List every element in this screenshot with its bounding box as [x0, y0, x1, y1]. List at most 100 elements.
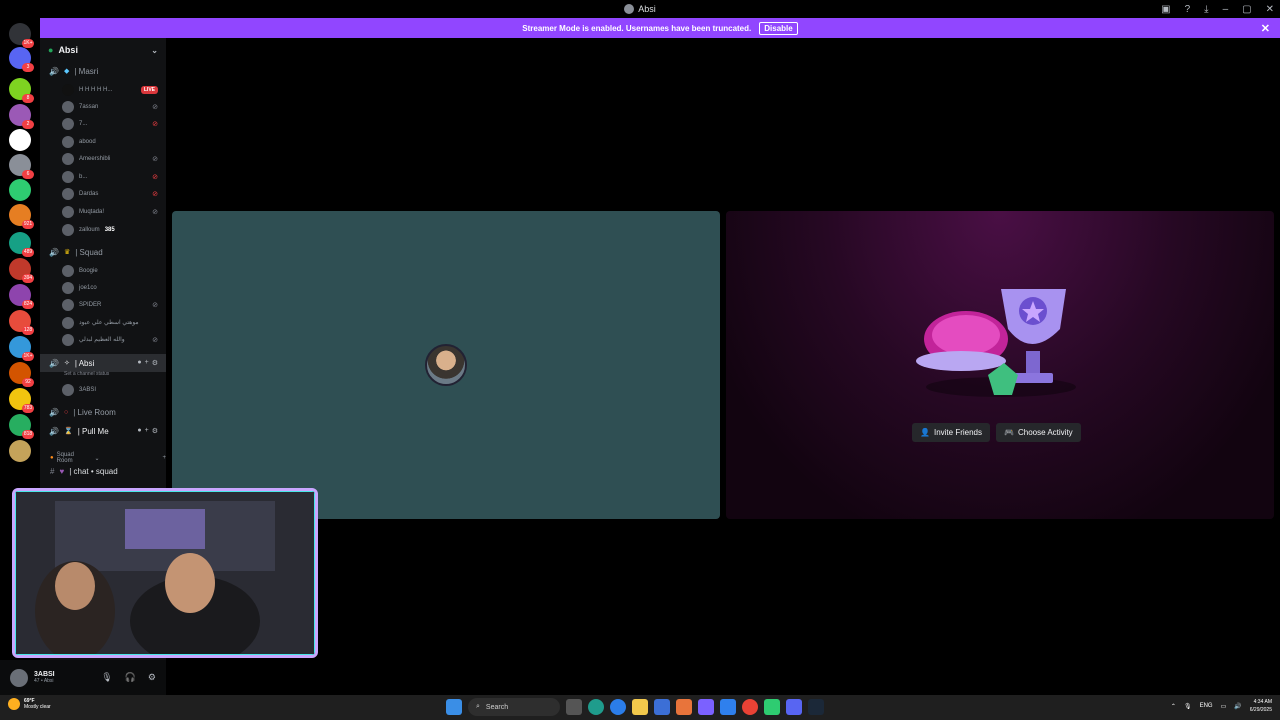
mute-icon: ⊘ [152, 301, 158, 309]
avatar [62, 223, 74, 236]
voice-user[interactable]: 3ABSI [62, 381, 166, 398]
choose-activity-button[interactable]: 🎮 Choose Activity [996, 423, 1081, 442]
server-icon[interactable]: 489 [9, 232, 34, 257]
voice-user[interactable]: موهتي اسطي علي عيود [62, 314, 166, 331]
maximize-button[interactable]: ▢ [1242, 4, 1251, 15]
inbox-icon[interactable]: ▣ [1161, 4, 1170, 15]
search-box[interactable]: ⌕ Search [468, 698, 560, 716]
invite-friends-button[interactable]: 👤 Invite Friends [912, 423, 990, 442]
server-icon[interactable]: 92 [9, 362, 34, 387]
weather-icon [8, 698, 20, 710]
edge-icon[interactable] [588, 699, 604, 715]
task-view-icon[interactable] [566, 699, 582, 715]
server-icon[interactable]: 128 [9, 310, 34, 335]
voice-user[interactable]: Dardas ⊘ [62, 185, 166, 202]
server-icon[interactable]: 3 [9, 47, 34, 72]
voice-channel-pull-me[interactable]: 🔊 ⌛ | Pull Me ● + ⚙ [40, 422, 166, 440]
voice-user[interactable]: b... ⊘ [62, 168, 166, 185]
server-icon[interactable]: 394 [9, 258, 34, 283]
chat-icon[interactable]: ● [137, 359, 141, 367]
app-icon[interactable] [676, 699, 692, 715]
mute-icon: ⊘ [152, 155, 158, 163]
voice-user[interactable]: zalloum 385 [62, 221, 166, 238]
voice-user[interactable]: والله العظيم لبدلي ⊘ [62, 331, 166, 348]
add-user-icon[interactable]: + [145, 359, 149, 367]
network-icon[interactable]: ▭ [1221, 703, 1227, 710]
folder-icon[interactable] [632, 699, 648, 715]
steam-icon[interactable] [808, 699, 824, 715]
avatar [62, 281, 74, 294]
server-icon[interactable]: 1K+ [9, 336, 34, 361]
voice-user[interactable]: abood [62, 133, 166, 150]
voice-channel-absi[interactable]: 🔊 ✧ | Absi ● + ⚙ [40, 354, 166, 372]
microphone-icon[interactable]: 🎙 [101, 672, 112, 683]
close-window-button[interactable]: ✕ [1266, 4, 1274, 15]
fire-icon: ● [50, 455, 54, 461]
headphones-icon[interactable]: 🎧 [125, 672, 136, 683]
voice-user[interactable]: 7... ⊘ [62, 115, 166, 132]
voice-user[interactable]: Muqtada! ⊘ [62, 203, 166, 220]
minimize-button[interactable]: – [1223, 4, 1229, 15]
server-icon[interactable]: 8 [9, 78, 34, 103]
app-icon[interactable] [698, 699, 714, 715]
home-icon[interactable]: 1K+ [9, 23, 34, 48]
chrome-icon[interactable] [742, 699, 758, 715]
voice-user[interactable]: H H H H H... LIVE [62, 81, 166, 98]
voice-user[interactable]: 7assan ⊘ [62, 98, 166, 115]
window-title: Absi [624, 4, 656, 14]
discord-icon[interactable] [786, 699, 802, 715]
gear-icon[interactable]: ⚙ [152, 427, 158, 435]
ring-icon: ○ [63, 408, 69, 416]
voice-user[interactable]: Boogie [62, 262, 166, 279]
server-header[interactable]: ● Absi ⌄ [40, 38, 166, 62]
volume-icon[interactable]: 🔊 [1234, 703, 1241, 710]
hash-icon: # [50, 467, 55, 476]
category-squad-room[interactable]: ● Squad Room ⌄ + [50, 452, 166, 464]
user-panel: 3ABSI 47 • Absi 🎙 🎧 ⚙ [0, 660, 166, 695]
voice-user[interactable]: Ameershibli ⊘ [62, 150, 166, 167]
server-icon[interactable]: 818 [9, 414, 34, 439]
title-bar: Absi ▣ ? ⤓ – ▢ ✕ [0, 0, 1280, 18]
app-icon[interactable] [764, 699, 780, 715]
text-channel-chat-squad[interactable]: # ♥ | chat • squad [50, 467, 118, 476]
voice-user[interactable]: SPIDER ⊘ [62, 296, 166, 313]
edge-icon[interactable] [610, 699, 626, 715]
app-icon[interactable] [720, 699, 736, 715]
voice-channel-live-room[interactable]: 🔊 ○ | Live Room [40, 403, 166, 421]
server-icon[interactable]: 824 [9, 284, 34, 309]
start-icon[interactable] [446, 699, 462, 715]
voice-user[interactable]: joe1co [62, 279, 166, 296]
clock[interactable]: 4:34 AM 6/29/2025 [1250, 698, 1272, 714]
download-icon[interactable]: ⤓ [1204, 4, 1208, 15]
voice-channel-masri[interactable]: 🔊 ◆ | Masri [40, 62, 166, 80]
search-icon: ⌕ [476, 703, 480, 710]
weather-widget[interactable]: 69°F Mostly clear [8, 698, 51, 710]
chevron-down-icon: ⌄ [94, 455, 100, 462]
server-icon[interactable]: 2 [9, 104, 34, 129]
server-icon[interactable] [9, 179, 31, 201]
server-icon[interactable]: 783 [9, 388, 34, 413]
participant-tile[interactable] [172, 211, 720, 519]
avatar [62, 298, 74, 311]
language-indicator[interactable]: ENG [1200, 703, 1213, 709]
speaker-icon: 🔊 [49, 407, 59, 417]
gear-icon[interactable]: ⚙ [148, 672, 156, 683]
add-user-icon[interactable]: + [145, 427, 149, 435]
avatar[interactable] [10, 668, 28, 687]
disable-button[interactable]: Disable [759, 21, 798, 35]
server-icon[interactable] [9, 129, 31, 151]
gear-icon[interactable]: ⚙ [152, 359, 158, 367]
microphone-icon[interactable]: 🎙 [1184, 703, 1192, 710]
chevron-up-icon[interactable]: ⌃ [1171, 703, 1176, 710]
server-icon[interactable]: 921 [9, 204, 34, 229]
help-icon[interactable]: ? [1185, 4, 1191, 15]
chevron-down-icon: ⌄ [151, 45, 158, 55]
avatar [62, 316, 74, 329]
server-icon[interactable] [9, 440, 31, 462]
chat-icon[interactable]: ● [137, 427, 141, 435]
channel-status[interactable]: Set a channel status [64, 371, 109, 377]
close-icon[interactable]: ✕ [1261, 22, 1270, 35]
voice-channel-squad[interactable]: 🔊 ♛ | Squad [40, 243, 166, 261]
server-icon[interactable]: 6 [9, 154, 34, 179]
store-icon[interactable] [654, 699, 670, 715]
